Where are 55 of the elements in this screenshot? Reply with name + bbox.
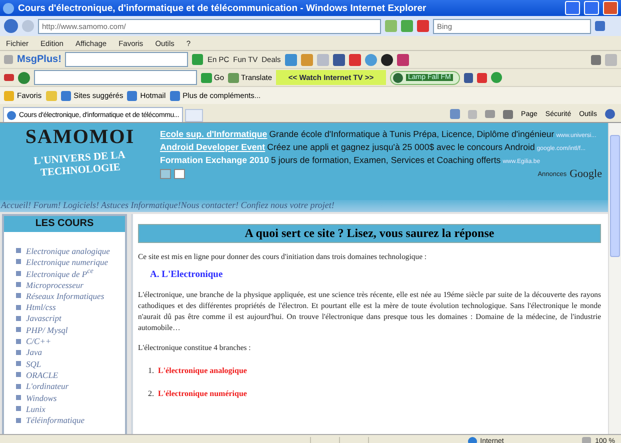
section-heading: A. L'Electronique [150, 270, 224, 280]
bullet-icon [16, 372, 21, 378]
new-tab-button[interactable] [185, 109, 204, 122]
bullet-icon [16, 395, 21, 400]
site-logo-subtitle: L'UNIVERS DE LA TECHNOLOGIE [32, 148, 127, 180]
bullet-icon [16, 293, 21, 298]
close-button[interactable] [603, 1, 618, 15]
toolbar-brand[interactable]: MsgPlus! [17, 54, 62, 65]
list-number: 2. [148, 388, 154, 398]
branch-item: L'électronique analogique [158, 366, 247, 375]
bullet-icon [16, 350, 21, 355]
bullet-icon [16, 384, 21, 389]
scrollbar[interactable] [608, 123, 621, 434]
course-link[interactable]: Lunix [26, 404, 46, 414]
bullet-icon [16, 304, 21, 310]
course-link[interactable]: Electronique de P$^{ce}$ [26, 267, 94, 280]
bullet-icon [16, 259, 21, 264]
bullet-icon [16, 406, 21, 412]
course-link[interactable]: Microprocesseur [26, 280, 84, 290]
course-link[interactable]: PHP/ Mysql [26, 324, 68, 335]
toolbar-search-field[interactable] [65, 52, 188, 67]
branch-item: L'électronique numérique [158, 388, 247, 398]
course-link[interactable]: L'ordinateur [26, 381, 69, 392]
course-link[interactable]: C/C++ [26, 336, 52, 346]
course-link[interactable]: Electronique numerique [26, 256, 108, 267]
course-link[interactable]: Java [26, 347, 42, 358]
course-link[interactable]: ORACLE [26, 370, 58, 380]
bullet-icon [16, 282, 21, 288]
course-link[interactable]: Electronique analogique [26, 246, 110, 256]
bullet-icon [16, 338, 21, 344]
course-link[interactable]: SQL [26, 358, 42, 369]
ad-text: 5 jours de formation, Examen, Services et Coaching offerts [271, 155, 501, 165]
ad-text: Créez une appli et gagnez jusqu'à 25 000$ avec le concours Android [267, 142, 535, 152]
course-link[interactable]: Html/css [26, 302, 56, 312]
navigation-links[interactable]: Accueil! Forum! Logiciels! Astuces Informatique!Nous contacter! Confiez nous votre projet! [0, 200, 608, 212]
minimize-button[interactable] [565, 1, 580, 15]
bullet-icon [16, 270, 21, 276]
translate-field[interactable] [34, 70, 197, 85]
bullet-icon [16, 418, 21, 423]
sidebar-title: LES COURS [4, 216, 125, 232]
ads-brand: Google [570, 168, 602, 180]
course-link[interactable]: Téléinformatique [26, 415, 85, 426]
course-link[interactable]: Windows [26, 392, 57, 402]
list-number: 1. [148, 366, 154, 375]
course-link[interactable]: Réseaux Informatiques [26, 290, 104, 301]
ad-text: Grande école d'Informatique à Tunis Prépa, Licence, Diplôme d'ingénieur [269, 129, 554, 139]
bullet-icon [16, 327, 21, 332]
window-title: Cours d'électronique, d'informatique et de télécommunication - Windows Internet Explorer [18, 2, 428, 14]
bullet-icon [16, 248, 21, 254]
page-heading: A quoi sert ce site ? Lisez, vous saurez la réponse [138, 224, 601, 243]
bullet-icon [16, 361, 21, 366]
course-link[interactable]: Javascript [26, 313, 62, 324]
bullet-icon [16, 316, 21, 321]
site-logo-title: SAMOMOI [25, 126, 135, 149]
maximize-button[interactable] [584, 1, 599, 15]
